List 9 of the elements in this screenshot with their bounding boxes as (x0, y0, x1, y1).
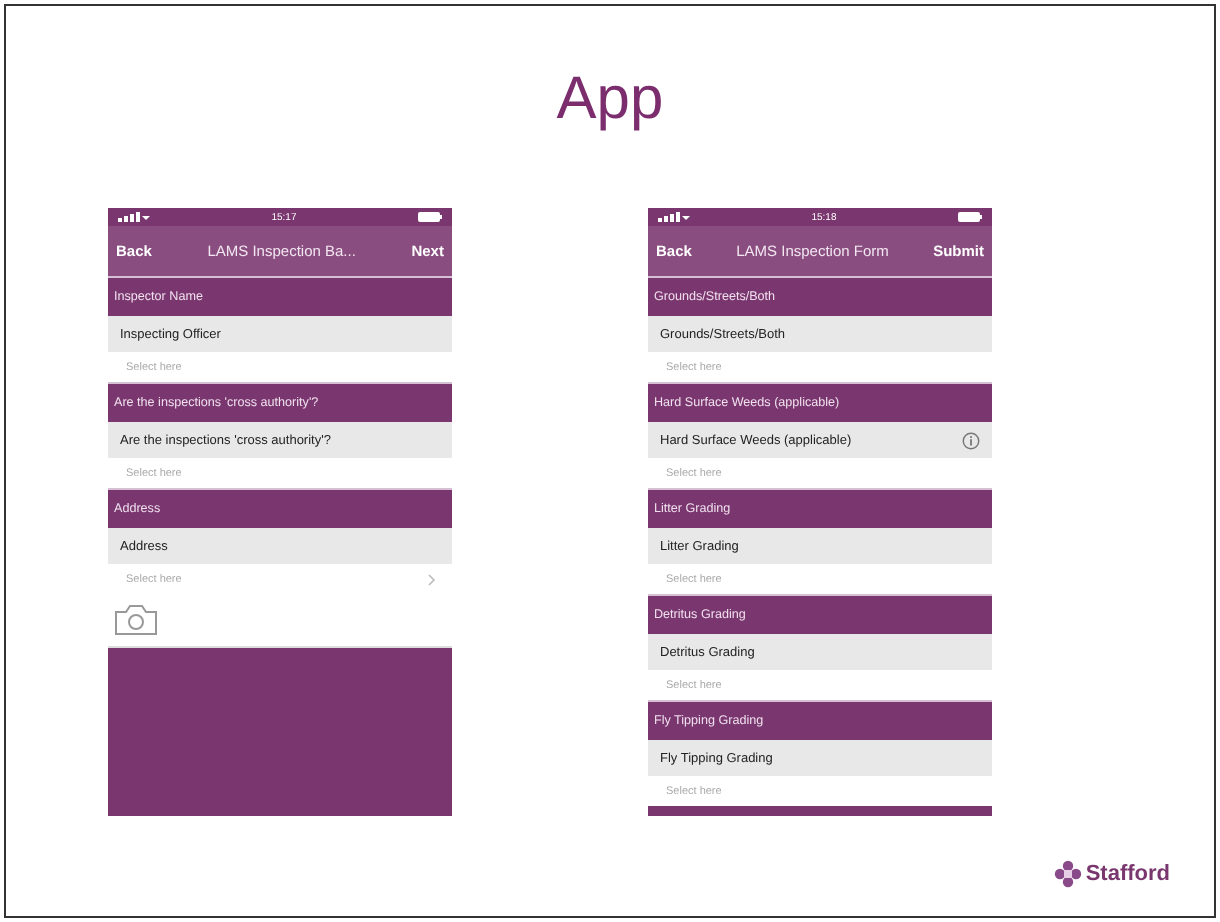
signal-icon (658, 212, 690, 222)
battery-icon (957, 212, 982, 222)
battery-icon (417, 212, 442, 222)
signal-icon (118, 212, 150, 222)
slide-title: App (554, 66, 666, 136)
camera-icon[interactable] (114, 604, 158, 636)
logo-text: Stafford (1085, 862, 1170, 886)
flower-logo-icon (1053, 860, 1082, 888)
info-icon[interactable] (962, 431, 980, 449)
